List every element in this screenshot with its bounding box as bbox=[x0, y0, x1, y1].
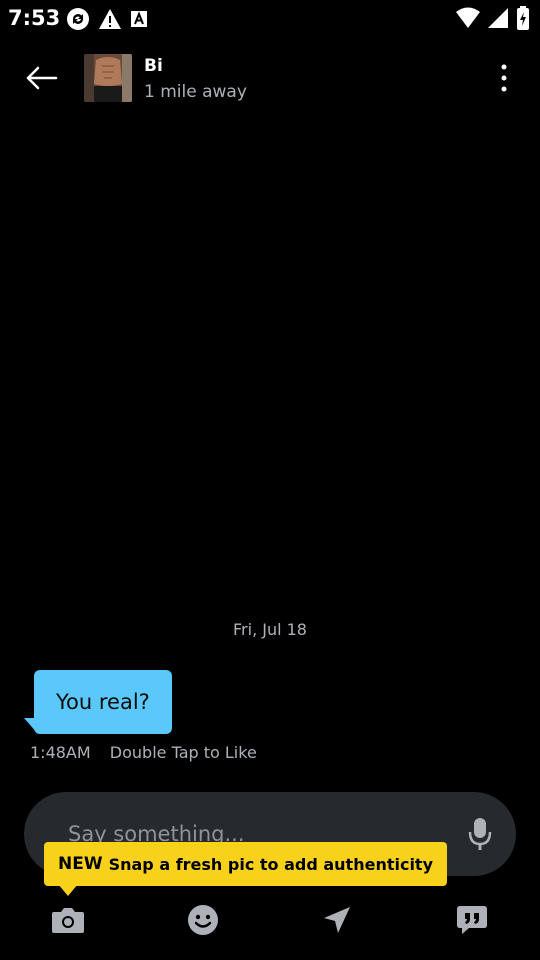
smiley-icon bbox=[188, 905, 218, 935]
new-feature-tooltip[interactable]: NEW Snap a fresh pic to add authenticity bbox=[44, 842, 448, 886]
profile-photo bbox=[84, 54, 132, 102]
sync-icon bbox=[66, 7, 90, 35]
message-bubble[interactable]: You real? bbox=[34, 670, 172, 734]
date-separator: Fri, Jul 18 bbox=[233, 620, 307, 639]
status-right-icons bbox=[456, 6, 530, 34]
send-location-button[interactable] bbox=[317, 900, 357, 940]
chat-header: Bi 1 mile away bbox=[0, 40, 540, 116]
back-button[interactable] bbox=[22, 60, 62, 96]
like-hint: Double Tap to Like bbox=[109, 743, 257, 762]
signal-icon bbox=[488, 7, 508, 33]
contact-distance: 1 mile away bbox=[144, 82, 247, 102]
location-arrow-icon bbox=[324, 907, 350, 933]
microphone-icon bbox=[468, 818, 492, 850]
emoji-button[interactable] bbox=[183, 900, 223, 940]
status-left-icons bbox=[66, 7, 148, 35]
message-time: 1:48AM bbox=[30, 743, 91, 762]
new-badge: NEW bbox=[58, 854, 103, 874]
more-vert-icon bbox=[501, 64, 507, 92]
status-bar: 7:53 bbox=[0, 0, 540, 36]
status-time: 7:53 bbox=[8, 6, 61, 30]
avatar[interactable] bbox=[84, 54, 132, 102]
composer-actions-bar bbox=[0, 896, 540, 942]
camera-button[interactable] bbox=[48, 900, 88, 940]
tooltip-text: Snap a fresh pic to add authenticity bbox=[108, 854, 434, 874]
message-meta: 1:48AM Double Tap to Like bbox=[30, 743, 257, 762]
arrow-left-icon bbox=[26, 66, 58, 90]
voice-record-button[interactable] bbox=[468, 816, 492, 852]
wifi-icon bbox=[456, 7, 480, 33]
quote-chat-icon bbox=[457, 906, 487, 934]
saved-phrases-button[interactable] bbox=[452, 900, 492, 940]
more-options-button[interactable] bbox=[492, 62, 516, 94]
font-a-icon bbox=[130, 10, 148, 32]
camera-icon bbox=[52, 908, 84, 933]
battery-icon bbox=[516, 6, 530, 34]
warning-icon bbox=[98, 8, 122, 34]
tooltip-arrow bbox=[58, 884, 78, 896]
contact-name[interactable]: Bi bbox=[144, 56, 163, 76]
